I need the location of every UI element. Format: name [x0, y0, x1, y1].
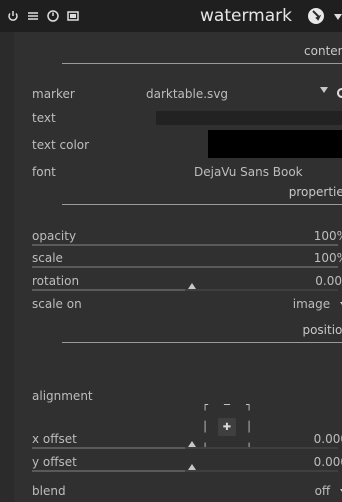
opacity-slider-track[interactable]	[32, 244, 338, 246]
x-offset-label: x offset	[32, 432, 77, 446]
reset-icon[interactable]	[46, 8, 60, 22]
align-bottom-left-icon[interactable]: └	[196, 440, 214, 458]
scale-slider-fill	[32, 266, 338, 268]
refresh-icon[interactable]	[334, 85, 342, 104]
text-label: text	[32, 111, 56, 125]
menu-icon[interactable]	[26, 8, 40, 22]
align-middle-left-icon[interactable]: │	[196, 418, 214, 436]
marker-dropdown-icon[interactable]	[320, 87, 328, 93]
scale-on-text: image	[292, 297, 331, 311]
presets-icon[interactable]	[66, 8, 80, 22]
rotation-label: rotation	[32, 274, 80, 288]
y-offset-slider-handle[interactable]	[188, 464, 196, 470]
y-offset-slider-fill	[32, 470, 185, 472]
rotation-slider-track[interactable]	[32, 289, 338, 291]
marker-label: marker	[32, 87, 75, 101]
expand-arrow-icon[interactable]	[334, 9, 342, 21]
rotation-value: 0.00°	[315, 274, 342, 288]
y-offset-value: 0.000	[313, 455, 342, 469]
section-position: position	[62, 323, 342, 343]
opacity-slider-fill	[32, 244, 338, 246]
align-center-icon[interactable]: ✚	[218, 418, 236, 436]
text-input[interactable]	[156, 111, 342, 125]
scale-label: scale	[32, 251, 63, 265]
blend-text: off	[314, 484, 331, 498]
align-top-right-icon[interactable]: ┐	[240, 396, 258, 414]
x-offset-slider-fill	[32, 447, 185, 449]
text-color-label: text color	[32, 138, 90, 152]
align-bottom-right-icon[interactable]: ┘	[240, 440, 258, 458]
section-properties: properties	[62, 185, 342, 205]
scale-slider-track[interactable]	[32, 266, 338, 268]
rotation-slider-handle[interactable]	[188, 283, 196, 289]
alignment-label: alignment	[32, 389, 93, 403]
scale-on-value[interactable]: image	[293, 297, 342, 311]
blend-value[interactable]: off	[315, 484, 342, 498]
font-label: font	[32, 165, 56, 179]
opacity-label: opacity	[32, 229, 77, 243]
align-top-left-icon[interactable]: ┌	[196, 396, 214, 414]
module-presets-icon[interactable]	[306, 6, 326, 26]
module-header: watermark	[0, 0, 342, 32]
x-offset-slider-track[interactable]	[32, 447, 338, 449]
rotation-slider-fill	[32, 289, 185, 291]
marker-value[interactable]: darktable.svg	[146, 87, 228, 101]
section-content: content	[62, 44, 342, 64]
align-middle-right-icon[interactable]: │	[240, 418, 258, 436]
module-title: watermark	[200, 6, 292, 26]
font-value[interactable]: DejaVu Sans Book	[194, 165, 303, 179]
text-color-swatch[interactable]	[208, 130, 342, 158]
scale-on-label: scale on	[32, 297, 82, 311]
module-panel: content marker darktable.svg text text c…	[14, 32, 342, 502]
align-bottom-center-icon[interactable]: ─	[218, 440, 236, 458]
power-icon[interactable]	[6, 8, 20, 22]
x-offset-value: 0.000	[313, 432, 342, 446]
scale-value: 100%	[313, 251, 342, 265]
opacity-value: 100%	[313, 229, 342, 243]
align-top-center-icon[interactable]: ─	[218, 396, 236, 414]
blend-label: blend	[32, 484, 66, 498]
y-offset-label: y offset	[32, 455, 77, 469]
x-offset-slider-handle[interactable]	[188, 441, 196, 447]
y-offset-slider-track[interactable]	[32, 470, 338, 472]
